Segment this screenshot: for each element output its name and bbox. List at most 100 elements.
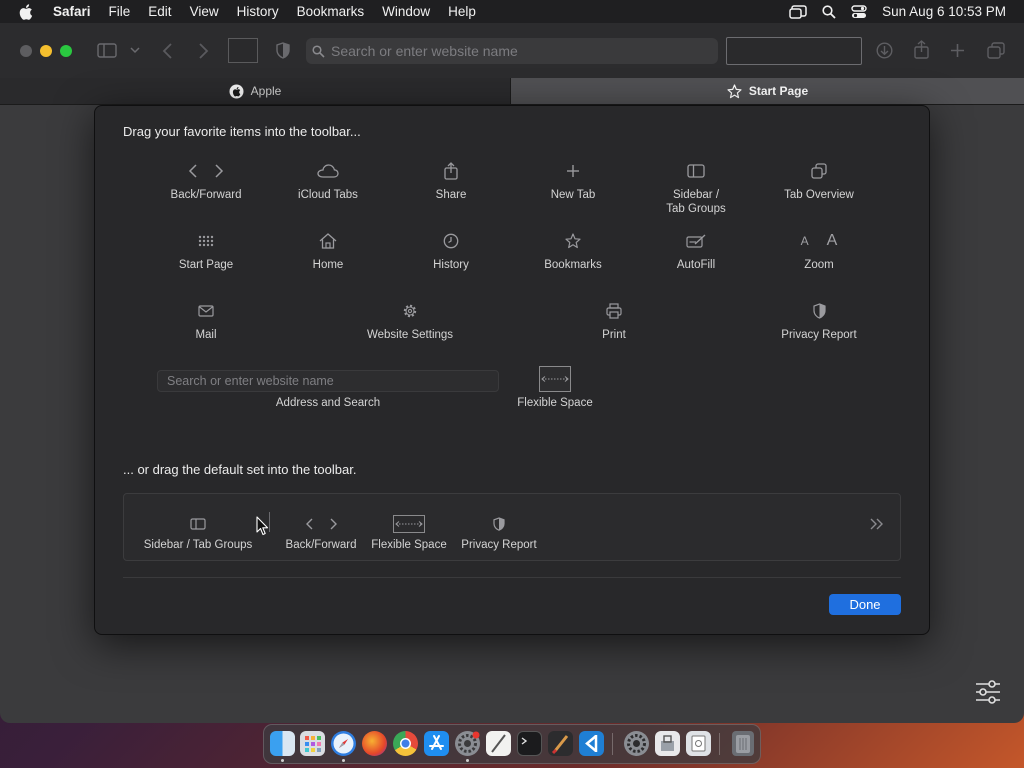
- palette-address-placeholder: Search or enter website name: [167, 374, 334, 388]
- preview-icon[interactable]: [655, 731, 680, 756]
- zoom-small-a-icon: A: [800, 234, 809, 248]
- palette-label: Start Page: [178, 259, 234, 271]
- printer-icon: [606, 303, 622, 319]
- app-store-icon[interactable]: [424, 731, 449, 756]
- script-icon[interactable]: [686, 731, 711, 756]
- toolbar-placeholder-item[interactable]: [228, 38, 258, 63]
- tab-start-page[interactable]: Start Page: [511, 78, 1024, 104]
- palette-item-print[interactable]: Print: [549, 300, 679, 342]
- downloads-icon[interactable]: [876, 42, 893, 59]
- forward-icon[interactable]: [197, 43, 209, 59]
- shield-icon: [812, 303, 826, 319]
- privacy-shield-icon[interactable]: [276, 42, 290, 59]
- palette-label: iCloud Tabs: [298, 189, 358, 201]
- default-item-back-forward: Back/Forward: [282, 514, 360, 551]
- address-bar[interactable]: Search or enter website name: [306, 38, 718, 64]
- done-button[interactable]: Done: [829, 594, 901, 615]
- start-page-settings-icon[interactable]: [974, 680, 1002, 704]
- palette-item-back-forward[interactable]: Back/Forward: [141, 160, 271, 202]
- paintbrush-icon[interactable]: [548, 731, 573, 756]
- chevron-down-icon[interactable]: [130, 47, 140, 54]
- launchpad-icon[interactable]: [300, 731, 325, 756]
- palette-label: Share: [435, 189, 467, 201]
- control-center-icon[interactable]: [851, 4, 867, 19]
- toolbar-drop-target[interactable]: [726, 37, 862, 65]
- palette-label-flexible-space: Flexible Space: [517, 397, 593, 409]
- palette-item-zoom[interactable]: A A Zoom: [754, 230, 884, 272]
- tab-apple[interactable]: Apple: [0, 78, 511, 104]
- palette-item-start-page[interactable]: Start Page: [141, 230, 271, 272]
- menu-clock[interactable]: Sun Aug 6 10:53 PM: [882, 4, 1006, 19]
- palette-item-home[interactable]: Home: [263, 230, 393, 272]
- palette-item-mail[interactable]: Mail: [141, 300, 271, 342]
- palette-item-bookmarks[interactable]: Bookmarks: [508, 230, 638, 272]
- palette-item-history[interactable]: History: [386, 230, 516, 272]
- default-set-strip[interactable]: Sidebar / Tab Groups Back/Forward Flexib…: [123, 493, 901, 561]
- menu-view[interactable]: View: [181, 4, 228, 19]
- palette-label: Back/Forward: [170, 189, 242, 201]
- tab-start-page-label: Start Page: [748, 84, 809, 98]
- share-icon[interactable]: [914, 40, 929, 59]
- palette-item-privacy-report[interactable]: Privacy Report: [754, 300, 884, 342]
- maximize-window-button[interactable]: [60, 45, 72, 57]
- vscode-icon[interactable]: [579, 731, 604, 756]
- system-settings-icon[interactable]: [455, 731, 480, 756]
- palette-label: Tab Groups: [666, 203, 726, 215]
- settings-icon[interactable]: [624, 731, 649, 756]
- home-icon: [319, 233, 337, 249]
- firefox-icon[interactable]: [362, 731, 387, 756]
- menu-file[interactable]: File: [100, 4, 140, 19]
- palette-item-flexible-space[interactable]: [539, 366, 571, 392]
- tab-apple-label: Apple: [250, 84, 282, 98]
- apple-menu-icon[interactable]: [18, 3, 34, 20]
- default-item-label: Back/Forward: [285, 539, 357, 551]
- zoom-large-a-icon: A: [826, 232, 838, 249]
- apple-icon: [229, 84, 244, 98]
- safari-icon[interactable]: [331, 731, 356, 756]
- default-item-label: Flexible Space: [371, 539, 447, 551]
- sidebar-toggle-icon[interactable]: [97, 43, 117, 58]
- palette-item-share[interactable]: Share: [386, 160, 516, 202]
- plus-icon: [567, 165, 579, 177]
- default-item-label: Privacy Report: [461, 539, 537, 551]
- tab-bar: Apple Start Page: [0, 78, 1024, 105]
- chrome-icon[interactable]: [393, 731, 418, 756]
- palette-label: Zoom: [804, 259, 834, 271]
- palette-item-address-and-search[interactable]: Search or enter website name: [157, 370, 499, 392]
- tab-overview-icon[interactable]: [987, 42, 1005, 59]
- back-icon[interactable]: [162, 43, 174, 59]
- palette-label: Privacy Report: [781, 329, 857, 341]
- menu-edit[interactable]: Edit: [139, 4, 180, 19]
- menu-help[interactable]: Help: [439, 4, 485, 19]
- palette-label-address-and-search: Address and Search: [275, 397, 381, 409]
- address-placeholder: Search or enter website name: [331, 43, 518, 59]
- palette-item-website-settings[interactable]: Website Settings: [345, 300, 475, 342]
- menu-app-name[interactable]: Safari: [44, 4, 100, 19]
- gear-icon: [403, 304, 417, 318]
- minimize-window-button[interactable]: [40, 45, 52, 57]
- terminal-icon[interactable]: [517, 731, 542, 756]
- menu-bookmarks[interactable]: Bookmarks: [288, 4, 374, 19]
- menu-history[interactable]: History: [228, 4, 288, 19]
- dock-separator: [719, 733, 720, 755]
- palette-item-autofill[interactable]: AutoFill: [631, 230, 761, 272]
- palette-item-icloud-tabs[interactable]: iCloud Tabs: [263, 160, 393, 202]
- finder-icon[interactable]: [270, 731, 295, 756]
- search-icon: [312, 44, 325, 58]
- back-forward-icon: [188, 164, 224, 178]
- palette-item-tab-overview[interactable]: Tab Overview: [754, 160, 884, 202]
- new-tab-icon[interactable]: [950, 43, 965, 58]
- spotlight-search-icon[interactable]: [822, 4, 836, 19]
- trash-icon[interactable]: [732, 731, 754, 756]
- mouse-cursor-icon: [256, 516, 269, 536]
- screen-mirroring-icon[interactable]: [789, 4, 807, 19]
- palette-item-sidebar-tab-groups[interactable]: Sidebar / Tab Groups: [631, 160, 761, 216]
- close-window-button[interactable]: [20, 45, 32, 57]
- palette-label: Home: [312, 259, 344, 271]
- palette-item-new-tab[interactable]: New Tab: [508, 160, 638, 202]
- menu-window[interactable]: Window: [373, 4, 439, 19]
- palette-label: AutoFill: [676, 259, 716, 271]
- textedit-icon[interactable]: [486, 731, 511, 756]
- grid-icon: [198, 235, 214, 247]
- sidebar-icon: [687, 164, 705, 178]
